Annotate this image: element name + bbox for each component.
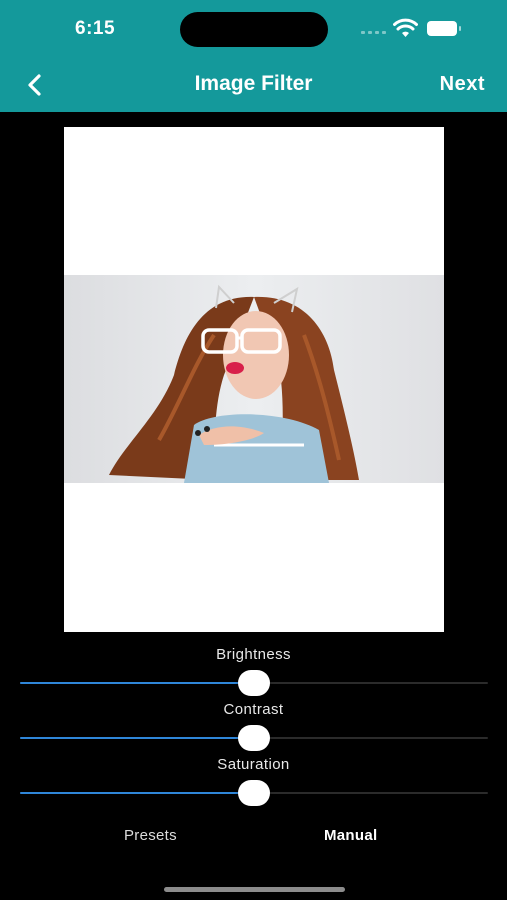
contrast-slider[interactable] xyxy=(20,723,488,753)
tab-manual[interactable]: Manual xyxy=(324,827,377,844)
brightness-thumb[interactable] xyxy=(238,670,270,696)
contrast-label: Contrast xyxy=(223,701,284,718)
status-time: 6:15 xyxy=(75,18,116,39)
home-indicator xyxy=(164,887,345,892)
saturation-thumb[interactable] xyxy=(238,780,270,806)
page-title: Image Filter xyxy=(194,72,313,95)
preview-photo xyxy=(64,275,444,483)
next-button[interactable]: Next xyxy=(440,73,485,96)
saturation-slider[interactable] xyxy=(20,778,488,808)
contrast-fill xyxy=(20,737,254,739)
battery-icon xyxy=(427,21,461,36)
saturation-fill xyxy=(20,792,254,794)
brightness-label: Brightness xyxy=(216,646,291,663)
cellular-signal-icon xyxy=(361,31,386,34)
saturation-label: Saturation xyxy=(217,756,290,773)
brightness-slider[interactable] xyxy=(20,668,488,698)
image-preview-canvas xyxy=(64,127,444,632)
tab-presets[interactable]: Presets xyxy=(124,827,177,844)
wifi-icon xyxy=(393,18,418,37)
navigation-header: 6:15 Image Filter Next xyxy=(0,0,507,112)
contrast-thumb[interactable] xyxy=(238,725,270,751)
brightness-fill xyxy=(20,682,254,684)
dynamic-island xyxy=(180,12,328,47)
